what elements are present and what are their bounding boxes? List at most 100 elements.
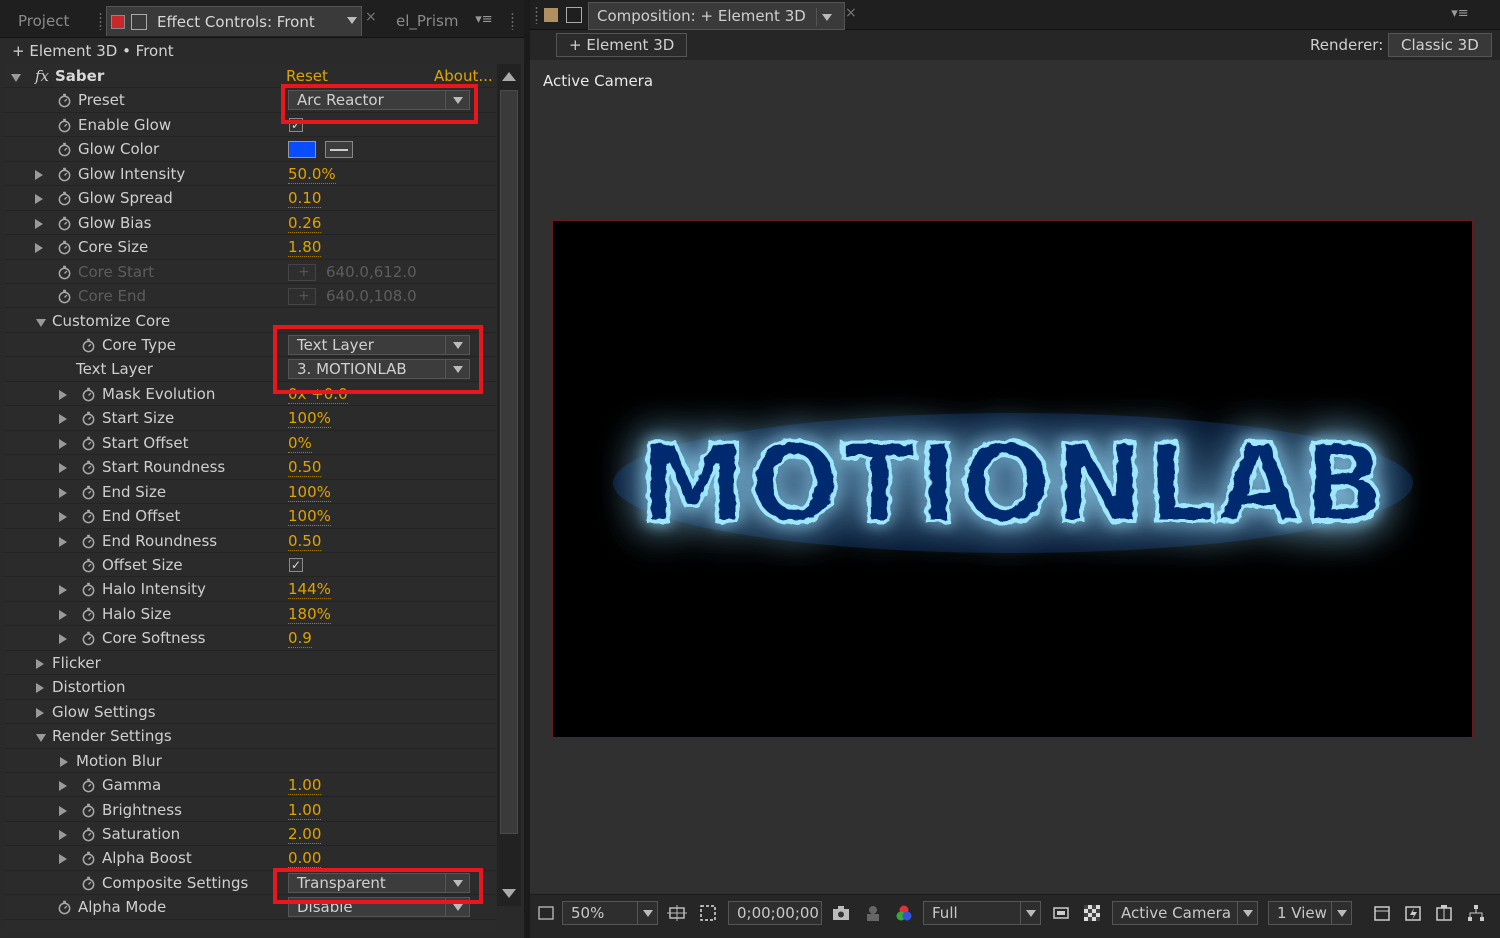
expand-triangle-icon[interactable] bbox=[59, 609, 67, 620]
property-row-glow-bias[interactable]: Glow Bias 0.26 bbox=[5, 211, 496, 236]
expand-triangle-icon[interactable] bbox=[59, 854, 67, 865]
stopwatch-icon[interactable] bbox=[81, 338, 96, 353]
property-value[interactable]: 0.10 bbox=[288, 188, 322, 209]
property-row-glow-color[interactable]: Glow Color bbox=[5, 137, 496, 162]
tab-prism[interactable]: el_Prism bbox=[388, 6, 466, 36]
property-row-core-end[interactable]: Core End 640.0,108.0 bbox=[5, 284, 496, 309]
property-value[interactable]: 640.0,612.0 bbox=[326, 262, 417, 282]
camera-snapshot-icon[interactable] bbox=[831, 903, 851, 923]
expand-triangle-icon[interactable] bbox=[35, 194, 43, 205]
expand-triangle-icon[interactable] bbox=[59, 536, 67, 547]
property-value[interactable]: 0x +0.0 bbox=[288, 384, 348, 404]
property-row-glow-intensity[interactable]: Glow Intensity 50.0% bbox=[5, 162, 496, 187]
property-row-start-size[interactable]: Start Size 100% bbox=[5, 406, 496, 431]
property-value[interactable]: 0.00 bbox=[288, 848, 322, 869]
scrollbar-thumb[interactable] bbox=[500, 90, 518, 834]
property-row-core-type[interactable]: Core Type Text Layer bbox=[5, 333, 496, 358]
property-row-start-roundness[interactable]: Start Roundness 0.50 bbox=[5, 455, 496, 480]
property-row-core-start[interactable]: Core Start 640.0,612.0 bbox=[5, 260, 496, 285]
panel-grip-icon[interactable] bbox=[510, 12, 515, 30]
expand-triangle-icon[interactable] bbox=[35, 243, 43, 254]
eyedropper-icon[interactable] bbox=[325, 141, 353, 159]
property-row-distortion[interactable]: Distortion bbox=[5, 675, 496, 700]
panel-grip-icon[interactable] bbox=[534, 6, 539, 24]
comp-flowchart-icon[interactable] bbox=[1434, 903, 1454, 923]
property-value[interactable]: 0.9 bbox=[288, 628, 312, 649]
expand-triangle-icon[interactable] bbox=[36, 658, 44, 669]
stopwatch-icon[interactable] bbox=[81, 631, 96, 646]
property-value[interactable]: 0.50 bbox=[288, 531, 322, 551]
view-layout-dropdown[interactable]: 1 View bbox=[1268, 901, 1352, 925]
stopwatch-icon[interactable] bbox=[57, 93, 72, 108]
stopwatch-icon[interactable] bbox=[57, 167, 72, 182]
property-value[interactable]: 640.0,108.0 bbox=[326, 286, 417, 306]
stopwatch-icon[interactable] bbox=[81, 851, 96, 866]
property-value[interactable]: 1.80 bbox=[288, 237, 322, 258]
property-row-motion-blur[interactable]: Motion Blur bbox=[5, 749, 496, 774]
expand-triangle-icon[interactable] bbox=[59, 389, 67, 400]
panel-menu-icon[interactable]: ▾≡ bbox=[474, 12, 494, 28]
expand-triangle-icon[interactable] bbox=[60, 756, 68, 767]
renderer-button[interactable]: Classic 3D bbox=[1388, 33, 1492, 57]
expand-triangle-icon[interactable] bbox=[59, 463, 67, 474]
point-crosshair-icon[interactable] bbox=[288, 263, 316, 281]
property-row-preset[interactable]: Preset Arc Reactor bbox=[5, 88, 496, 113]
flowchart-icon[interactable] bbox=[1403, 903, 1423, 923]
stopwatch-icon[interactable] bbox=[81, 436, 96, 451]
zoom-dropdown[interactable]: 50% bbox=[562, 901, 658, 925]
stopwatch-icon[interactable] bbox=[57, 900, 72, 915]
stopwatch-icon[interactable] bbox=[81, 582, 96, 597]
property-row-halo-size[interactable]: Halo Size 180% bbox=[5, 602, 496, 627]
element-3d-button[interactable]: + Element 3D bbox=[556, 33, 688, 57]
stopwatch-icon[interactable] bbox=[81, 558, 96, 573]
expand-triangle-icon[interactable] bbox=[59, 487, 67, 498]
property-row-alpha-boost[interactable]: Alpha Boost 0.00 bbox=[5, 846, 496, 871]
property-value[interactable]: 1.00 bbox=[288, 800, 322, 820]
property-value[interactable]: 50.0% bbox=[288, 164, 336, 184]
expand-triangle-icon[interactable] bbox=[59, 805, 67, 816]
property-row-enable-glow[interactable]: Enable Glow ✓ bbox=[5, 113, 496, 138]
property-row-customize-core[interactable]: Customize Core bbox=[5, 309, 496, 333]
property-row-halo-intensity[interactable]: Halo Intensity 144% bbox=[5, 577, 496, 602]
expand-triangle-icon[interactable] bbox=[59, 512, 67, 523]
tab-effect-controls[interactable]: Effect Controls: Front bbox=[106, 6, 362, 36]
property-row-glow-settings[interactable]: Glow Settings bbox=[5, 700, 496, 725]
properties-scrollbar[interactable] bbox=[497, 64, 521, 906]
property-value[interactable]: 144% bbox=[288, 579, 331, 600]
property-dropdown[interactable]: Arc Reactor bbox=[288, 90, 470, 111]
property-dropdown[interactable]: Disable bbox=[288, 897, 470, 918]
property-row-text-layer[interactable]: Text Layer 3. MOTIONLAB bbox=[5, 357, 496, 382]
panel-grip-icon[interactable] bbox=[98, 12, 103, 30]
region-of-interest-icon[interactable] bbox=[698, 903, 718, 923]
stopwatch-icon[interactable] bbox=[81, 803, 96, 818]
property-row-mask-evolution[interactable]: Mask Evolution 0x +0.0 bbox=[5, 382, 496, 407]
close-tab-icon[interactable]: × bbox=[365, 9, 377, 25]
collapse-triangle-icon[interactable] bbox=[36, 734, 46, 743]
tab-dropdown-icon[interactable] bbox=[347, 17, 357, 24]
property-row-render-settings[interactable]: Render Settings bbox=[5, 724, 496, 749]
stopwatch-icon[interactable] bbox=[81, 460, 96, 475]
collapse-triangle-icon[interactable] bbox=[11, 74, 21, 82]
property-row-core-softness[interactable]: Core Softness 0.9 bbox=[5, 626, 496, 651]
property-row-alpha-mode[interactable]: Alpha Mode Disable bbox=[5, 895, 496, 920]
property-value[interactable]: 2.00 bbox=[288, 824, 322, 844]
property-value[interactable]: 100% bbox=[288, 408, 331, 429]
property-row-brightness[interactable]: Brightness 1.00 bbox=[5, 798, 496, 822]
stopwatch-icon[interactable] bbox=[57, 216, 72, 231]
tab-dropdown-icon[interactable] bbox=[815, 7, 836, 26]
stopwatch-icon[interactable] bbox=[57, 240, 72, 255]
show-snapshot-icon[interactable] bbox=[863, 903, 883, 923]
property-row-core-size[interactable]: Core Size 1.80 bbox=[5, 235, 496, 260]
expand-triangle-icon[interactable] bbox=[59, 781, 67, 792]
scroll-down-arrow-icon[interactable] bbox=[502, 889, 516, 898]
stopwatch-icon[interactable] bbox=[57, 118, 72, 133]
expand-triangle-icon[interactable] bbox=[35, 218, 43, 229]
panel-options-icon[interactable] bbox=[566, 7, 582, 23]
resolution-dropdown[interactable]: Full bbox=[923, 901, 1041, 925]
about-link[interactable]: About... bbox=[434, 64, 493, 88]
stopwatch-icon[interactable] bbox=[81, 509, 96, 524]
property-value[interactable]: 1.00 bbox=[288, 775, 322, 796]
composition-viewer[interactable]: Active Camera MOTIONLAB bbox=[530, 60, 1500, 894]
panel-menu-icon[interactable]: ▾≡ bbox=[1450, 6, 1470, 22]
property-dropdown[interactable]: Text Layer bbox=[288, 334, 470, 355]
